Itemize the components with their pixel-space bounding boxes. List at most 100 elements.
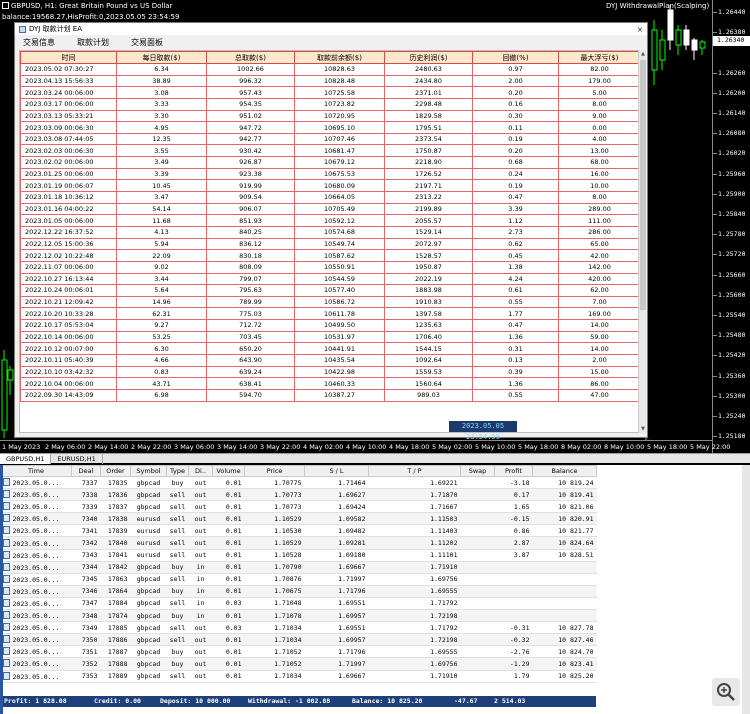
history-col-header[interactable]: Swap (460, 465, 495, 477)
withdrawal-cell: 10675.53 (294, 167, 385, 181)
history-row[interactable]: 2023.05.0... 7339 17837 gbpcad sell out 0.01 1.… (0, 500, 597, 514)
tab-trade-info[interactable]: 交易信息 (23, 37, 55, 48)
history-row[interactable]: 2023.05.0... 7349 17885 gbpcad sell out 0.03 1.… (0, 621, 597, 635)
history-row[interactable]: 2023.05.0... 7345 17863 gbpcad sell in 0.01 1.7… (0, 573, 597, 586)
history-cell: 10 825.20 (532, 670, 597, 683)
history-cell: gbpcad (130, 573, 167, 586)
withdrawal-cell: 0.61 (472, 284, 559, 297)
withdrawal-row[interactable]: 2022.10.27 16:13:44 3.44 799.07 10544.59 202… (20, 272, 638, 286)
terminal-scrollbar[interactable] (742, 465, 750, 714)
scroll-down-icon[interactable]: ▼ (639, 425, 647, 433)
withdrawal-table-container[interactable]: 时间 每日取款($) 总取款($) 取款前余额($) 历史利润($) 回撤(%) 最大浮亏(… (19, 50, 639, 433)
col-header[interactable]: 历史利润($) (384, 51, 473, 64)
deal-icon (2, 659, 10, 668)
withdrawal-cell: 2373.54 (384, 132, 473, 146)
history-cell: 17864 (100, 585, 131, 598)
withdrawal-row[interactable]: 2022.12.22 16:37:52 4.13 840.25 10574.68 152… (20, 225, 638, 239)
history-row[interactable]: 2023.05.0... 7343 17841 eurusd sell out 0.01 1.… (0, 549, 597, 562)
ea-titlebar[interactable]: DYJ 取款计划 EA × (15, 23, 647, 35)
time-axis[interactable]: 1 May 2023 2 May 06:00 2 May 14:00 2 May 22… (0, 440, 730, 453)
history-row[interactable]: 2023.05.0... 7353 17889 gbpcad sell out 0.01 1.… (0, 670, 597, 683)
history-row[interactable]: 2023.05.0... 7341 17839 eurusd sell out 0.01 1.… (0, 524, 597, 538)
history-row[interactable]: 2023.05.0... 7344 17842 gbpcad buy in 0.01 1.70… (0, 561, 597, 574)
history-col-header[interactable]: Symbol (130, 465, 167, 477)
withdrawal-row[interactable]: 2022.10.10 03:42:32 0.83 639.24 10422.98 155… (20, 365, 638, 379)
close-button[interactable]: × (633, 25, 647, 34)
withdrawal-row[interactable]: 2022.11.07 00:06:00 9.02 808.09 10550.91 195… (20, 260, 638, 274)
withdrawal-cell: 2022.12.05 15:00:36 (20, 237, 117, 251)
withdrawal-row[interactable]: 2023.01.25 00:06:00 3.39 923.38 10675.53 172… (20, 167, 638, 181)
history-row[interactable]: 2023.05.0... 7350 17886 gbpcad sell out 0.01 1.… (0, 633, 597, 647)
price-axis[interactable]: 1.26340 1.26440 1.26380 1.26260 1.26200 1.26… (712, 0, 750, 453)
history-terminal[interactable]: Time Deal Order Symbol Type Di.. Volume Price S … (0, 465, 750, 714)
withdrawal-row[interactable]: 2023.01.05 00:06:00 11.68 851.93 10592.12 20… (20, 214, 638, 227)
withdrawal-cell: 2022.10.11 05:40:39 (20, 354, 117, 367)
withdrawal-row[interactable]: 2022.10.04 00:06:00 43.71 638.41 10460.33 15… (20, 377, 638, 390)
withdrawal-row[interactable]: 2023.05.02 07:30:27 6.34 1002.66 10828.63 24… (20, 63, 638, 76)
withdrawal-row[interactable]: 2023.03.24 00:06:00 3.08 957.43 10725.58 237… (20, 86, 638, 99)
tab-eurusd[interactable]: EURUSD,H1 (51, 454, 103, 464)
withdrawal-row[interactable]: 2023.03.09 00:06:30 4.95 947.72 10695.10 179… (20, 121, 638, 134)
withdrawal-row[interactable]: 2023.01.18 10:36:12 3.47 909.54 10664.05 231… (20, 191, 638, 204)
withdrawal-row[interactable]: 2023.03.08 07:44:05 12.35 942.77 10707.46 23… (20, 132, 638, 146)
history-col-header[interactable]: Time (0, 465, 72, 477)
col-header[interactable]: 回撤(%) (472, 51, 559, 64)
withdrawal-row[interactable]: 2023.03.13 05:33:21 3.30 951.02 10720.95 182… (20, 109, 638, 123)
history-row[interactable]: 2023.05.0... 7346 17864 gbpcad buy in 0.01 1.70… (0, 585, 597, 598)
withdrawal-row[interactable]: 2022.09.30 14:43:09 6.98 594.70 10387.27 989… (20, 388, 638, 402)
withdrawal-row[interactable]: 2022.10.17 05:53:04 9.27 712.72 10499.50 123… (20, 319, 638, 332)
history-col-header[interactable]: Balance (532, 465, 597, 477)
col-header[interactable]: 时间 (20, 51, 117, 64)
history-row[interactable]: 2023.05.0... 7352 17888 gbpcad buy out 0.01 1.7… (0, 657, 597, 671)
history-cell: 1.69555 (368, 585, 461, 598)
history-col-header[interactable]: Profit (494, 465, 533, 477)
tab-withdrawal-plan[interactable]: 取款计划 (77, 37, 109, 48)
withdrawal-row[interactable]: 2022.10.24 00:06:01 5.64 795.63 10577.40 188… (20, 284, 638, 297)
history-col-header[interactable]: T / P (368, 465, 461, 477)
scroll-up-icon[interactable]: ▲ (639, 50, 647, 58)
history-row[interactable]: 2023.05.0... 7337 17835 gbpcad buy out 0.01 1.7… (0, 476, 597, 490)
tab-trade-panel[interactable]: 交易面板 (131, 37, 163, 48)
withdrawal-row[interactable]: 2022.10.12 00:07:00 6.30 650.20 10441.91 154… (20, 342, 638, 356)
withdrawal-row[interactable]: 2022.10.20 10:33:28 62.31 775.03 10611.78 13… (20, 307, 638, 321)
withdrawal-row[interactable]: 2023.01.19 00:06:07 10.45 919.99 10680.09 21… (20, 179, 638, 193)
history-col-header[interactable]: Order (100, 465, 131, 477)
ea-window[interactable]: DYJ 取款计划 EA × 交易信息 取款计划 交易面板 时间 每日取款($) 总取… (14, 22, 648, 438)
history-row[interactable]: 2023.05.0... 7347 17884 gbpcad sell in 0.03 1.7… (0, 597, 597, 611)
withdrawal-table-header: 时间 每日取款($) 总取款($) 取款前余额($) 历史利润($) 回撤(%) 最大浮亏(… (20, 51, 638, 64)
history-col-header[interactable]: Volume (212, 465, 245, 477)
history-cell: 10 819.41 (532, 488, 597, 502)
history-row[interactable]: 2023.05.0... 7342 17840 eurusd sell out 0.01 1.… (0, 536, 597, 550)
withdrawal-row[interactable]: 2023.04.13 15:56:33 38.89 996.32 10828.48 24… (20, 74, 638, 88)
withdrawal-row[interactable]: 2023.03.17 00:06:00 3.33 954.35 10723.82 229… (20, 97, 638, 111)
tab-gbpusd[interactable]: GBPUSD,H1 (0, 454, 52, 464)
history-row[interactable]: 2023.05.0... 7351 17887 gbpcad buy out 0.01 1.7… (0, 645, 597, 659)
deal-icon (2, 502, 10, 511)
withdrawal-row[interactable]: 2022.10.21 12:09:42 14.96 789.99 10586.72 19… (20, 295, 638, 309)
history-time-cell: 2023.05.0... (0, 536, 72, 550)
history-col-header[interactable]: Di.. (188, 465, 213, 477)
history-col-header[interactable]: Type (166, 465, 189, 477)
withdrawal-row[interactable]: 2022.12.02 10:22:48 22.09 830.18 10587.62 15… (20, 249, 638, 262)
col-header[interactable]: 最大浮亏($) (558, 51, 638, 64)
history-row[interactable]: 2023.05.0... 7338 17836 gbpcad sell out 0.01 1.… (0, 488, 597, 502)
withdrawal-row[interactable]: 2022.10.11 05:40:39 4.66 643.90 10435.54 109… (20, 354, 638, 367)
history-row[interactable]: 2023.05.0... 7340 17838 eurusd sell out 0.01 1.… (0, 512, 597, 526)
col-header[interactable]: 取款前余额($) (294, 51, 385, 64)
history-row[interactable]: 2023.05.0... 7348 17874 gbpcad buy in 0.01 1.71… (0, 609, 597, 623)
zoom-icon[interactable] (712, 678, 740, 706)
withdrawal-row[interactable]: 2023.01.16 04:00:22 54.14 906.07 10705.49 21… (20, 202, 638, 216)
scroll-thumb[interactable] (640, 60, 646, 310)
withdrawal-row[interactable]: 2023.02.02 00:06:00 3.49 926.87 10679.12 221… (20, 156, 638, 169)
withdrawal-row[interactable]: 2023.02.03 00:06:30 3.55 930.42 10681.47 175… (20, 144, 638, 158)
history-col-header[interactable]: Price (244, 465, 305, 477)
history-col-header[interactable]: S / L (304, 465, 369, 477)
withdrawal-cell: 942.77 (206, 132, 295, 146)
history-cell: gbpcad (130, 633, 167, 647)
withdrawal-row[interactable]: 2022.10.14 00:06:00 53.25 703.45 10531.97 17… (20, 330, 638, 344)
history-col-header[interactable]: Deal (71, 465, 101, 477)
withdrawal-row[interactable]: 2022.12.05 15:00:36 5.94 836.12 10549.74 207… (20, 237, 638, 251)
ea-scrollbar[interactable]: ▲ ▼ (638, 50, 646, 433)
col-header[interactable]: 每日取款($) (116, 51, 207, 64)
col-header[interactable]: 总取款($) (206, 51, 295, 64)
